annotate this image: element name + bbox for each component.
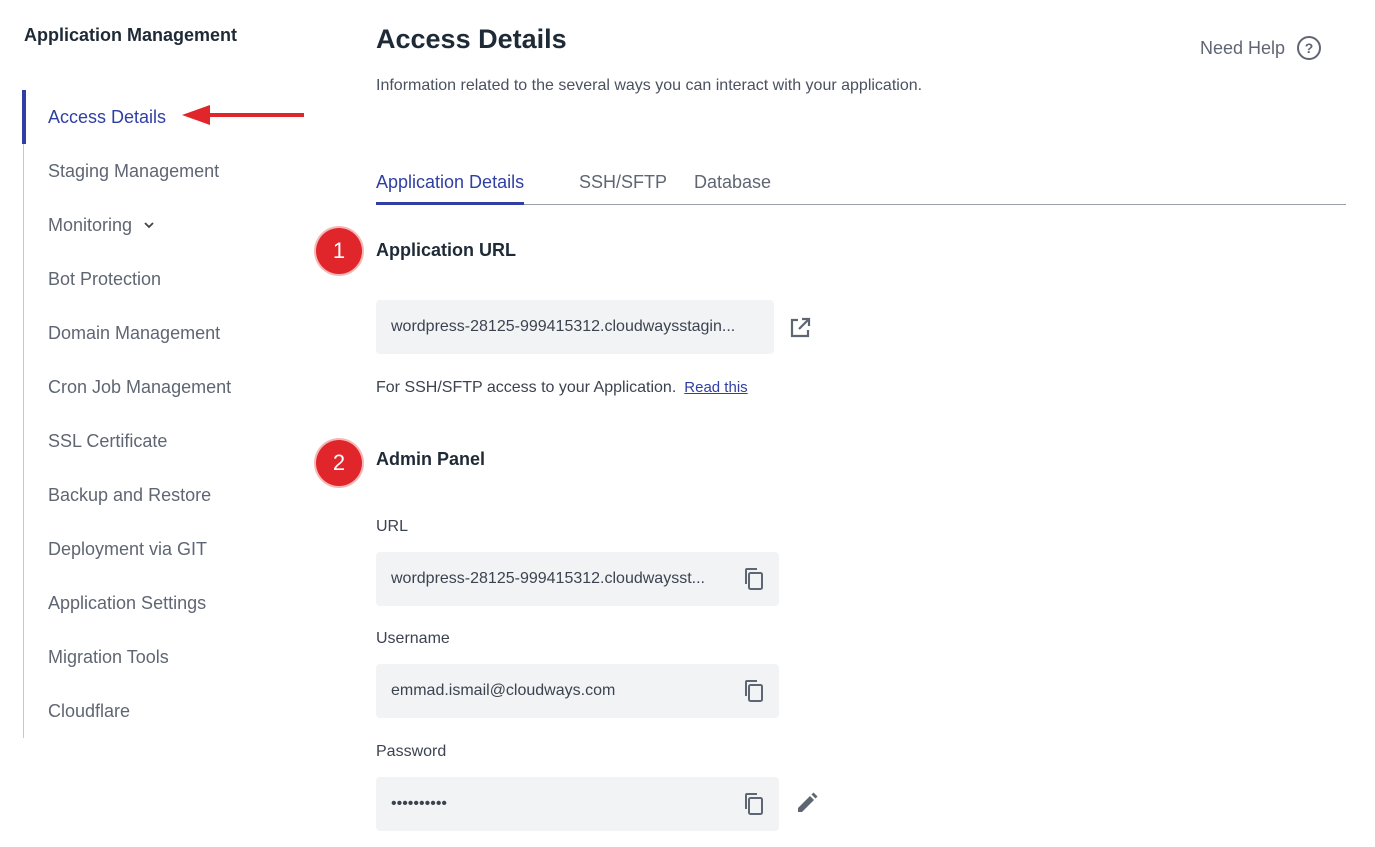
page-title: Access Details <box>376 24 567 54</box>
sidebar-item-label: Migration Tools <box>48 646 169 667</box>
admin-url-label: URL <box>376 518 409 535</box>
need-help-label: Need Help <box>1200 37 1286 58</box>
sidebar-item-label: Application Settings <box>48 592 207 613</box>
tab-bar: Application Details SSH/SFTP Database <box>376 165 1346 205</box>
sidebar-item-cloudflare[interactable]: Cloudflare <box>24 684 324 738</box>
application-url-field[interactable]: wordpress-28125-999415312.cloudwaysstagi… <box>376 300 774 354</box>
tab-label: Application Details <box>376 172 525 192</box>
username-value: emmad.ismail@cloudways.com <box>391 682 616 699</box>
sidebar-item-application-settings[interactable]: Application Settings <box>24 576 324 630</box>
tab-label: Database <box>694 172 772 192</box>
help-icon: ? <box>1297 36 1322 60</box>
sidebar-item-label: Cron Job Management <box>48 376 232 397</box>
admin-panel-title: Admin Panel <box>376 449 486 469</box>
copy-icon[interactable] <box>743 792 765 816</box>
edit-pencil-icon[interactable] <box>795 791 819 815</box>
annotation-arrow-icon <box>182 105 304 125</box>
sidebar-item-label: Cloudflare <box>48 700 131 721</box>
ssh-sftp-note-text: For SSH/SFTP access to your Application. <box>376 379 677 396</box>
sidebar-item-label: Bot Protection <box>48 268 162 289</box>
copy-icon[interactable] <box>743 567 765 591</box>
ssh-sftp-note: For SSH/SFTP access to your Application.… <box>376 379 748 397</box>
password-field[interactable]: •••••••••• <box>376 777 779 831</box>
sidebar-item-label: Monitoring <box>48 214 133 235</box>
sidebar-item-ssl-certificate[interactable]: SSL Certificate <box>24 414 324 468</box>
copy-icon[interactable] <box>743 679 765 703</box>
password-value: •••••••••• <box>391 795 448 812</box>
password-label: Password <box>376 743 447 760</box>
sidebar-item-label: Staging Management <box>48 160 220 181</box>
sidebar-item-backup-and-restore[interactable]: Backup and Restore <box>24 468 324 522</box>
chevron-down-icon <box>144 218 154 232</box>
admin-url-field[interactable]: wordpress-28125-999415312.cloudwaysst... <box>376 552 779 606</box>
sidebar-item-cron-job-management[interactable]: Cron Job Management <box>24 360 324 414</box>
tab-label: SSH/SFTP <box>579 172 668 192</box>
username-label: Username <box>376 630 450 647</box>
sidebar-item-migration-tools[interactable]: Migration Tools <box>24 630 324 684</box>
sidebar-item-bot-protection[interactable]: Bot Protection <box>24 252 324 306</box>
external-link-icon[interactable] <box>788 316 812 340</box>
page-subtitle: Information related to the several ways … <box>376 77 923 94</box>
application-url-value: wordpress-28125-999415312.cloudwaysstagi… <box>391 318 736 335</box>
sidebar-item-label: SSL Certificate <box>48 430 168 451</box>
need-help-button[interactable]: Need Help ? <box>1200 36 1322 60</box>
tab-ssh-sftp[interactable]: SSH/SFTP <box>579 165 667 205</box>
read-this-link[interactable]: Read this <box>684 379 747 396</box>
sidebar-item-label: Domain Management <box>48 322 221 343</box>
sidebar-item-staging-management[interactable]: Staging Management <box>24 144 324 198</box>
annotation-badge-2: 2 <box>316 440 362 486</box>
tab-database[interactable]: Database <box>694 165 771 205</box>
page: Application Management Access Details St… <box>0 0 1375 847</box>
username-field[interactable]: emmad.ismail@cloudways.com <box>376 664 779 718</box>
admin-url-value: wordpress-28125-999415312.cloudwaysst... <box>391 570 705 587</box>
annotation-badge-1: 1 <box>316 228 362 274</box>
application-url-title: Application URL <box>376 240 516 260</box>
sidebar-item-domain-management[interactable]: Domain Management <box>24 306 324 360</box>
sidebar-item-label: Deployment via GIT <box>48 538 208 559</box>
sidebar-item-label: Access Details <box>48 106 167 127</box>
sidebar-title: Application Management <box>24 25 238 45</box>
sidebar-item-label: Backup and Restore <box>48 484 212 505</box>
sidebar-nav: Access Details Staging Management Monito… <box>22 90 324 738</box>
tab-application-details[interactable]: Application Details <box>376 165 525 205</box>
sidebar-item-monitoring[interactable]: Monitoring <box>24 198 324 252</box>
sidebar-item-deployment-via-git[interactable]: Deployment via GIT <box>24 522 324 576</box>
